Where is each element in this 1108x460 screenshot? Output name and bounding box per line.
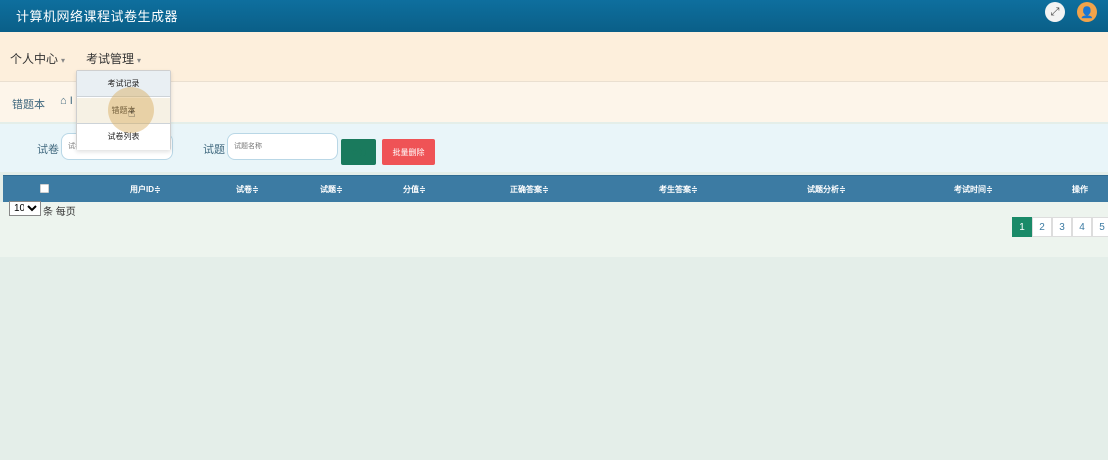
user-avatar-icon[interactable]: 👤 bbox=[1077, 2, 1097, 22]
app-title: 计算机网络课程试卷生成器 bbox=[16, 9, 179, 24]
breadcrumb-current: 错题本 bbox=[12, 99, 45, 111]
fullscreen-icon[interactable]: ⤢ bbox=[1045, 2, 1065, 22]
question-search-input[interactable] bbox=[227, 133, 338, 160]
col-paper[interactable]: 试卷≑ bbox=[236, 184, 259, 195]
search-button[interactable]: 查询 bbox=[341, 139, 376, 165]
col-actions: 操作 bbox=[1072, 185, 1088, 194]
col-exam-time[interactable]: 考试时间≑ bbox=[954, 184, 993, 195]
pagination: 1 2 3 4 5 bbox=[1012, 217, 1108, 237]
col-score[interactable]: 分值≑ bbox=[403, 184, 426, 195]
batch-delete-button[interactable]: 批量删除 bbox=[382, 139, 435, 165]
page-button-3[interactable]: 3 bbox=[1052, 217, 1072, 237]
table-header: 用户ID≑ 试卷≑ 试题≑ 分值≑ 正确答案≑ 考生答案≑ 试题分析≑ 考试时间… bbox=[3, 175, 1108, 202]
breadcrumb-home[interactable]: ⌂ I bbox=[60, 95, 73, 107]
col-student-answer[interactable]: 考生答案≑ bbox=[659, 184, 698, 195]
page-size-select[interactable]: 10 bbox=[9, 201, 41, 216]
col-user-id[interactable]: 用户ID≑ bbox=[130, 184, 161, 195]
caret-down-icon: ▾ bbox=[137, 56, 142, 65]
paper-label: 试卷 bbox=[37, 144, 59, 156]
page-button-2[interactable]: 2 bbox=[1032, 217, 1052, 237]
nav-exam-management[interactable]: 考试管理 ▾ bbox=[86, 50, 141, 67]
nav-personal-center[interactable]: 个人中心 ▾ bbox=[10, 50, 65, 67]
col-question[interactable]: 试题≑ bbox=[320, 184, 343, 195]
question-label: 试题 bbox=[203, 144, 225, 156]
nav-personal-label: 个人中心 bbox=[10, 52, 59, 66]
top-header: 计算机网络课程试卷生成器 ⤢ 👤 bbox=[0, 0, 1108, 32]
col-analysis[interactable]: 试题分析≑ bbox=[807, 184, 846, 195]
nav-exam-label: 考试管理 bbox=[86, 52, 135, 66]
home-icon: ⌂ bbox=[60, 95, 67, 107]
page-button-5[interactable]: 5 bbox=[1092, 217, 1108, 237]
caret-down-icon: ▾ bbox=[61, 56, 66, 65]
pointer-cursor-icon: ☝ bbox=[128, 106, 136, 120]
breadcrumb-home-text: I bbox=[69, 95, 73, 107]
page-button-1[interactable]: 1 bbox=[1012, 217, 1032, 237]
page-button-4[interactable]: 4 bbox=[1072, 217, 1092, 237]
page-size-label: 条 每页 bbox=[43, 207, 76, 218]
col-correct-answer[interactable]: 正确答案≑ bbox=[510, 184, 549, 195]
table-body bbox=[0, 202, 1108, 257]
select-all-checkbox[interactable] bbox=[40, 184, 49, 193]
